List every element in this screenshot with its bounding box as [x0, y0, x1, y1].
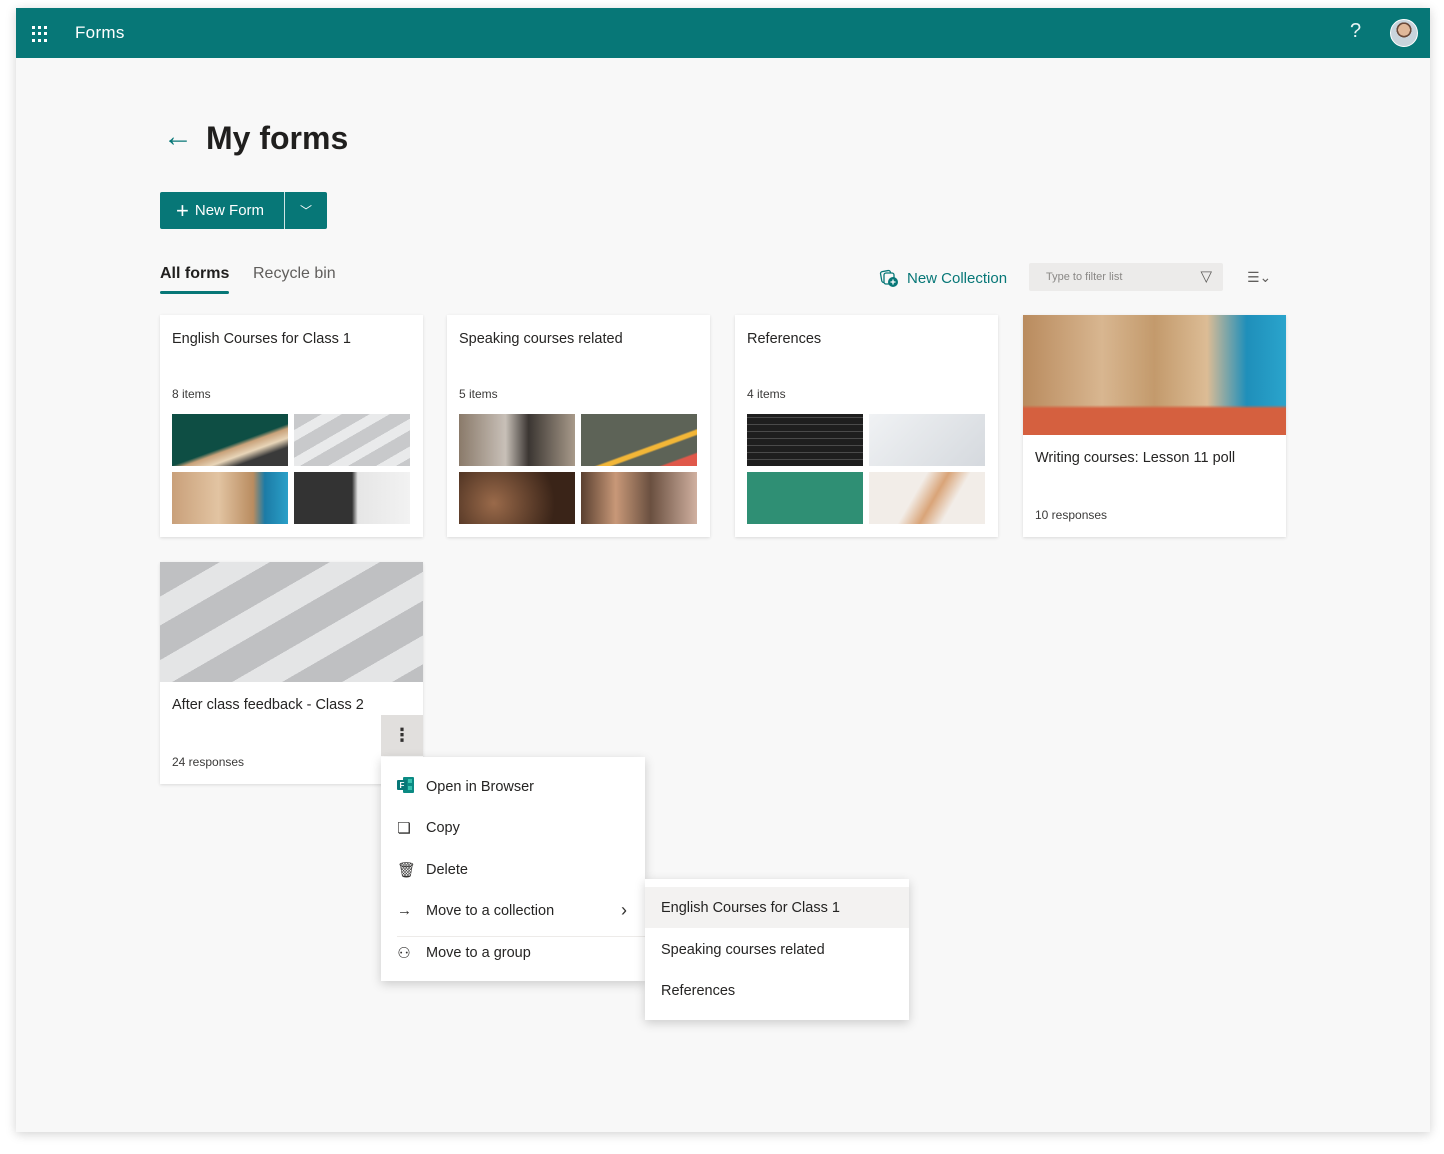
waffle-icon[interactable]	[32, 26, 48, 42]
back-arrow-icon[interactable]: ←	[163, 120, 193, 154]
forms-app-icon: F	[381, 777, 411, 797]
tab-all-forms[interactable]: All forms	[160, 265, 229, 283]
sort-menu-icon[interactable]: ☰⌄	[1247, 269, 1271, 286]
collection-submenu: English Courses for Class 1 Speaking cou…	[645, 879, 909, 1020]
new-form-button[interactable]: + New Form	[160, 192, 284, 229]
menu-item-move-to-group[interactable]: ⚇ Move to a group	[381, 932, 645, 973]
filter-input[interactable]: Type to filter list ▽	[1029, 263, 1223, 291]
menu-item-label: Copy	[426, 820, 460, 836]
thumbnail	[869, 414, 985, 466]
menu-item-copy[interactable]: ❏ Copy	[381, 807, 645, 848]
collection-count: 5 items	[459, 387, 498, 401]
app-window: Forms ? ← My forms + New Form ﹀ All forms…	[16, 8, 1430, 1132]
form-card[interactable]: Writing courses: Lesson 11 poll 10 respo…	[1023, 315, 1286, 537]
thumbnail-grid	[172, 414, 410, 524]
submenu-item[interactable]: References	[645, 970, 909, 1011]
group-icon: ⚇	[381, 944, 411, 962]
app-title[interactable]: Forms	[75, 23, 125, 43]
thumbnail	[294, 414, 410, 466]
tab-recycle-bin[interactable]: Recycle bin	[253, 265, 336, 283]
plus-icon: +	[176, 200, 189, 222]
avatar[interactable]	[1390, 19, 1418, 47]
page-title: My forms	[206, 120, 348, 157]
menu-item-open-in-browser[interactable]: F Open in Browser	[381, 766, 645, 807]
thumbnail-grid	[747, 414, 985, 524]
filter-icon[interactable]: ▽	[1200, 267, 1212, 285]
thumbnail	[869, 472, 985, 524]
new-collection-button[interactable]: New Collection	[879, 268, 1007, 288]
copy-icon: ❏	[381, 819, 411, 837]
thumbnail	[294, 472, 410, 524]
collection-card[interactable]: English Courses for Class 1 8 items	[160, 315, 423, 537]
form-name: Writing courses: Lesson 11 poll	[1035, 450, 1235, 466]
form-card[interactable]: After class feedback - Class 2 24 respon…	[160, 562, 423, 784]
menu-item-label: Move to a collection	[426, 903, 554, 919]
filter-placeholder: Type to filter list	[1046, 271, 1122, 283]
collection-name: Speaking courses related	[459, 331, 623, 347]
svg-text:F: F	[400, 781, 405, 790]
chevron-down-icon: ﹀	[300, 202, 312, 219]
form-name: After class feedback - Class 2	[172, 697, 364, 713]
collection-card[interactable]: References 4 items	[735, 315, 998, 537]
form-response-count: 10 responses	[1035, 508, 1107, 522]
thumbnail-grid	[459, 414, 697, 524]
menu-item-move-to-collection[interactable]: → Move to a collection ›	[381, 890, 645, 931]
thumbnail	[459, 414, 575, 466]
submenu-item[interactable]: Speaking courses related	[645, 929, 909, 970]
menu-item-label: Open in Browser	[426, 779, 534, 795]
menu-item-label: Delete	[426, 862, 468, 878]
thumbnail	[172, 472, 288, 524]
collection-count: 8 items	[172, 387, 211, 401]
menu-item-label: Move to a group	[426, 945, 531, 961]
collection-count: 4 items	[747, 387, 786, 401]
thumbnail	[581, 472, 697, 524]
menu-item-delete[interactable]: 🗑︎ Delete	[381, 849, 645, 890]
thumbnail	[459, 472, 575, 524]
submenu-item[interactable]: English Courses for Class 1	[645, 887, 909, 928]
trash-icon: 🗑︎	[381, 861, 411, 879]
more-options-button[interactable]: ⋮	[381, 715, 423, 756]
thumbnail	[747, 414, 863, 466]
help-icon[interactable]: ?	[1350, 20, 1361, 43]
form-response-count: 24 responses	[172, 755, 244, 769]
collection-name: References	[747, 331, 821, 347]
arrow-right-icon: →	[381, 902, 411, 919]
form-cover-image	[1023, 315, 1286, 435]
collection-card[interactable]: Speaking courses related 5 items	[447, 315, 710, 537]
chevron-right-icon: ›	[621, 900, 627, 921]
thumbnail	[747, 472, 863, 524]
context-menu: F Open in Browser ❏ Copy 🗑︎ Delete → Mov…	[381, 757, 645, 981]
form-cover-image	[160, 562, 423, 682]
thumbnail	[172, 414, 288, 466]
new-form-dropdown[interactable]: ﹀	[285, 192, 327, 229]
new-collection-label: New Collection	[907, 270, 1007, 287]
thumbnail	[581, 414, 697, 466]
collection-add-icon	[879, 268, 899, 288]
top-bar: Forms ?	[16, 8, 1430, 58]
collection-name: English Courses for Class 1	[172, 331, 351, 347]
new-form-split-button: + New Form ﹀	[160, 192, 327, 229]
new-form-label: New Form	[195, 202, 264, 219]
